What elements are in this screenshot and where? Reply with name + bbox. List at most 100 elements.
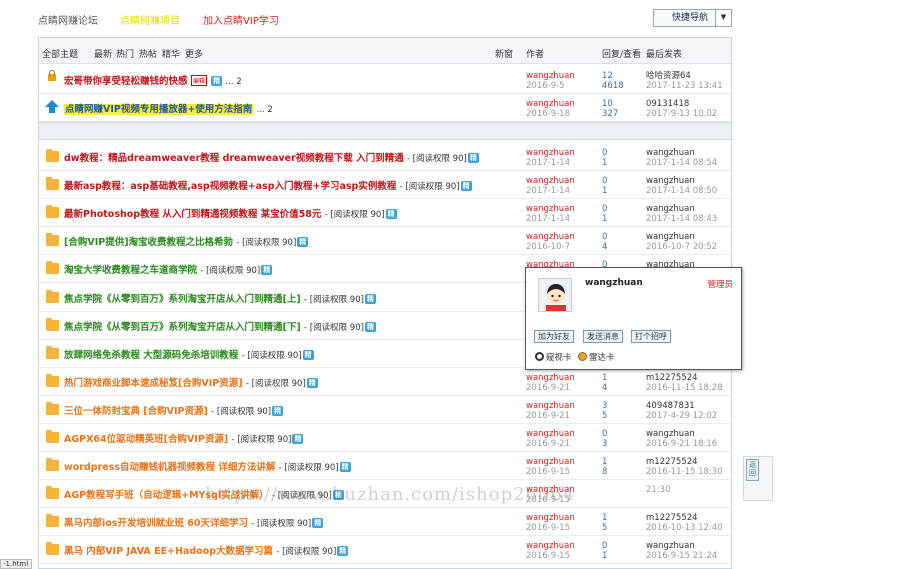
send-message-button[interactable]: 发送消息 [583,330,623,343]
peek-card[interactable]: 窥视卡 [535,351,572,363]
author-name[interactable]: wangzhuan [526,99,575,109]
tab-digest[interactable]: 精华 [162,47,180,60]
last-poster[interactable]: 409487831 [646,401,717,411]
thread-title[interactable]: 点睛网赚VIP视频专用播放器+使用方法指南 [64,104,254,115]
thread-title[interactable]: 最新Photoshop教程 从入门到精通视频教程 某宝价值58元 [64,209,321,220]
avatar-face-icon [546,284,566,311]
digest-icon: 精 [385,209,397,220]
read-permission: - [阅读权限 90] [236,238,297,249]
thread-title[interactable]: 热门游戏商业脚本速成秘笈[合购VIP资源] [64,378,243,389]
back-to-list-button[interactable]: 返回 [746,459,759,481]
thread-title[interactable]: 最新asp教程：asp基础教程,asp视频教程+asp入门教程+学习asp实例教… [64,181,396,192]
avatar[interactable] [538,278,572,312]
thread-title[interactable]: [合购VIP提供]淘宝收费教程之比格希勃 [64,237,233,248]
view-count: 1 [602,214,608,225]
read-permission: - [阅读权限 90] [406,154,467,164]
tab-more[interactable]: 更多 [185,47,203,60]
author-name[interactable]: wangzhuan [526,148,575,158]
tab-all[interactable]: 全部主题 [42,47,78,60]
author-name[interactable]: wangzhuan [526,429,575,439]
author-name[interactable]: wangzhuan [526,176,575,186]
last-post-time[interactable]: 2016-9-21 18:16 [646,439,717,449]
reply-count: 1 [602,457,608,468]
author-name[interactable]: wangzhuan [526,204,575,214]
status-bar-url: -1.html [0,559,32,569]
popup-username[interactable]: wangzhuan [585,278,643,288]
thread-title[interactable]: 放肆网络免杀教程 大型源码免杀培训教程 [64,350,238,361]
last-poster[interactable]: wangzhuan [646,541,717,551]
author-name[interactable]: wangzhuan [526,232,575,242]
last-poster[interactable]: wangzhuan [646,176,717,186]
last-poster[interactable]: wangzhuan [646,148,717,158]
author-name[interactable]: wangzhuan [526,373,575,383]
last-post-time[interactable]: 2017-4-29 12:02 [646,411,717,421]
digest-icon: 精 [467,153,479,163]
post-date: 2016-10-7 [526,242,570,253]
last-poster[interactable]: m12275524 [646,513,723,523]
last-post-time[interactable]: 2017-1-14 08:50 [646,186,717,196]
folder-icon [46,458,59,472]
last-post-time[interactable]: 2016-10-13 12:40 [646,523,723,533]
tab-hot[interactable]: 热门 [116,47,134,60]
last-poster[interactable]: 09131418 [646,99,717,109]
last-post-time[interactable]: 2017-1-14 08:54 [646,158,717,168]
digest-icon: 精 [337,546,349,557]
last-post-time[interactable]: 21:30 [646,485,671,495]
forum-name[interactable]: 点睛网赚论坛 [38,12,98,27]
view-count: 5 [602,523,608,534]
thread-title[interactable]: 焦点学院《从零到百万》系列淘宝开店从入门到精通[下] [64,322,301,333]
thread-title[interactable]: 宏哥带你享受轻松赚钱的快感 [64,76,188,87]
tab-hotpost[interactable]: 热帖 [139,47,157,60]
side-panel: 返回 [743,456,773,501]
view-count: 5 [602,410,608,421]
reply-count: 12 [602,71,613,81]
link-project[interactable]: 点睛网赚项目 [120,12,180,27]
reply-count: 0 [602,232,608,243]
add-friend-button[interactable]: 加为好友 [534,330,574,343]
read-permission: - [阅读权限 90] [241,350,302,361]
link-vip[interactable]: 加入点睛VIP学习 [203,12,279,27]
thread-title[interactable]: 三位一体防封宝典 [合购VIP资源] [64,406,208,417]
last-poster[interactable]: m12275524 [646,373,723,383]
author-name[interactable]: wangzhuan [526,401,575,411]
last-post-time[interactable]: 2017-11-23 13:41 [646,81,723,91]
post-date: 2017-1-14 [526,158,570,168]
quick-nav-button[interactable]: 快捷导航 ▼ [653,9,732,27]
last-poster[interactable]: 哈哈资源64 [646,71,723,81]
last-post-time[interactable]: 2017-1-14 08:43 [646,214,717,224]
post-date: 2016-9-21 [526,439,570,449]
last-post-time[interactable]: 2016-11-15 18:30 [646,467,723,477]
author-name[interactable]: wangzhuan [526,457,575,467]
last-post-time[interactable]: 2016-9-15 21:24 [646,551,717,561]
last-poster[interactable]: wangzhuan [646,232,717,242]
last-poster[interactable]: wangzhuan [646,429,717,439]
folder-icon [46,177,59,191]
thread-title[interactable]: 黑马内部ios开发培训就业班 60天详细学习 [64,518,248,529]
page-links[interactable]: ... 2 [257,105,273,115]
chevron-down-icon[interactable]: ▼ [715,10,731,26]
last-post-time[interactable]: 2016-11-15 18:28 [646,383,723,393]
new-window-toggle[interactable]: 新窗 [495,47,513,60]
greet-button[interactable]: 打个招呼 [631,330,671,343]
thread-title[interactable]: wordpress自动赚钱机器视频教程 详细方法讲解 [64,462,275,473]
table-row: [合购VIP提供]淘宝收费教程之比格希勃 - [阅读权限 90] 精 wangzhu… [39,227,731,256]
author-name[interactable]: wangzhuan [526,513,575,523]
read-permission: - [阅读权限 90] [200,266,261,277]
author-name[interactable]: wangzhuan [526,541,575,551]
digest-icon: 精 [312,518,324,529]
radar-card[interactable]: 雷达卡 [578,351,615,363]
read-permission: - [阅读权限 90] [278,463,339,474]
tab-latest[interactable]: 最新 [94,47,112,60]
thread-title[interactable]: AGPX64位驱动精英班[合购VIP资源] [64,434,228,445]
thread-title[interactable]: 黑马 内部VIP JAVA EE+Hadoop大数据学习篇 [64,546,273,557]
page-links[interactable]: ... 2 [225,77,241,87]
last-poster[interactable]: wangzhuan [646,204,717,214]
thread-title[interactable]: dw教程：精品dreamweaver教程 dreamweaver视频教程下载 入… [64,153,404,164]
view-count: 327 [602,109,619,119]
last-poster[interactable]: m12275524 [646,457,723,467]
last-post-time[interactable]: 2017-9-13 10:02 [646,109,717,119]
last-post-time[interactable]: 2016-10-7 20:52 [646,242,717,252]
author-name[interactable]: wangzhuan [526,71,575,81]
thread-title[interactable]: 淘宝大学收费教程之车道商学院 [64,265,197,276]
thread-title[interactable]: 焦点学院《从零到百万》系列淘宝开店从入门到精通[上] [64,294,301,305]
